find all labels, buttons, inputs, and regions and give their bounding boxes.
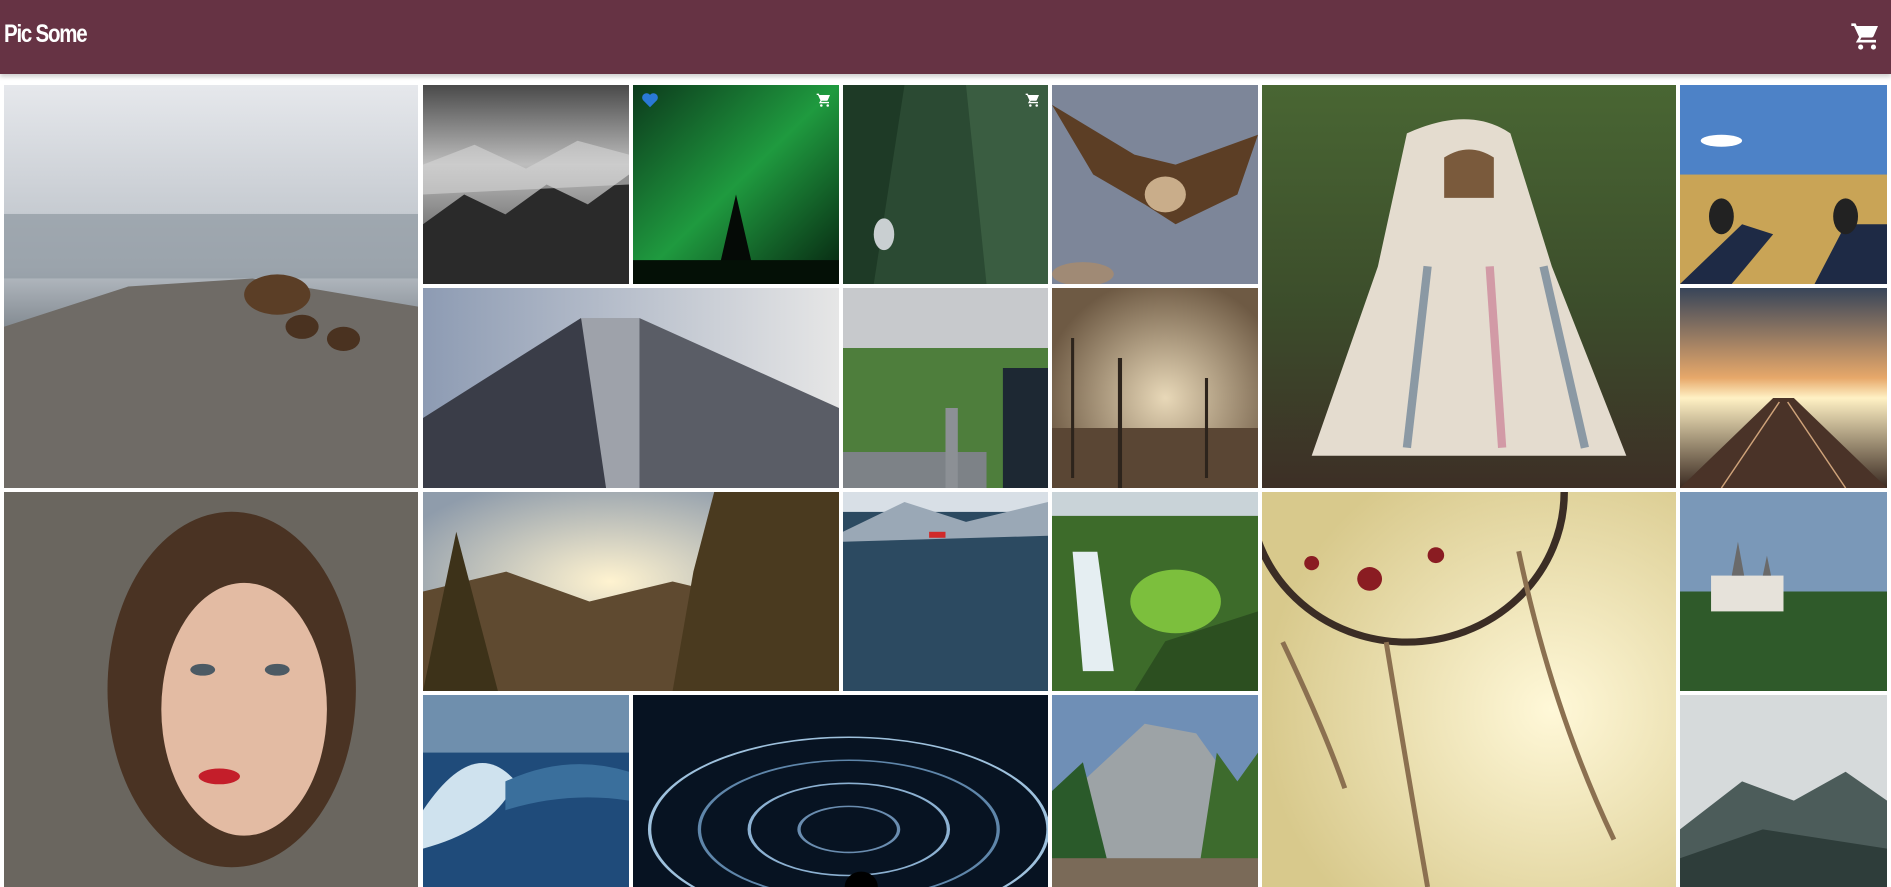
photo-misty-mountains[interactable] (1680, 695, 1887, 887)
photo-foggy-forest[interactable] (423, 85, 629, 284)
photo-image (843, 492, 1048, 691)
photo-yosemite[interactable] (1052, 695, 1258, 887)
shopping-cart-icon[interactable] (1024, 92, 1042, 108)
photo-dreamcatcher[interactable] (1262, 492, 1676, 887)
photo-image (1052, 288, 1258, 488)
photo-city-park[interactable] (843, 288, 1048, 488)
photo-northern-lights[interactable] (633, 85, 839, 284)
photo-woman-portrait[interactable] (4, 492, 418, 887)
photo-image (1052, 695, 1258, 887)
heart-icon[interactable] (641, 92, 659, 108)
photo-train-yard-sunset[interactable] (1680, 288, 1887, 488)
photo-sneakers-in-field[interactable] (1680, 85, 1887, 284)
photo-image (1262, 85, 1676, 488)
photo-image (1052, 85, 1258, 284)
photo-waterfall[interactable] (1052, 492, 1258, 691)
photo-image (633, 695, 1048, 887)
photo-image (1262, 492, 1676, 887)
photo-grid (0, 80, 1891, 887)
photo-image (4, 492, 418, 887)
photo-image (1052, 492, 1258, 691)
photo-castle[interactable] (1680, 492, 1887, 691)
photo-ocean-wave[interactable] (423, 695, 629, 887)
photo-image (1680, 695, 1887, 887)
photo-skyscraper[interactable] (423, 288, 839, 488)
app-header: Pic Some (0, 0, 1891, 74)
photo-pug-in-blanket[interactable] (1262, 85, 1676, 488)
photo-image (423, 695, 629, 887)
photo-image (633, 85, 839, 284)
cart-button[interactable] (1850, 19, 1882, 53)
photo-image (4, 85, 418, 488)
photo-star-trails[interactable] (633, 695, 1048, 887)
shopping-cart-icon[interactable] (815, 92, 833, 108)
photo-image (843, 288, 1048, 488)
photo-image (1680, 288, 1887, 488)
photo-dead-trees-sunset[interactable] (1052, 288, 1258, 488)
photo-image (1680, 85, 1887, 284)
photo-vulture-in-flight[interactable] (1052, 85, 1258, 284)
photo-valley-sunrise[interactable] (423, 492, 839, 691)
photo-image (1680, 492, 1887, 691)
app-title[interactable]: Pic Some (4, 20, 88, 49)
photo-image (423, 288, 839, 488)
photo-image (423, 492, 839, 691)
photo-lake-red-boat[interactable] (843, 492, 1048, 691)
photo-forest-climber[interactable] (843, 85, 1048, 284)
photo-image (423, 85, 629, 284)
shopping-cart-icon (1851, 23, 1878, 50)
photo-bear-with-cubs[interactable] (4, 85, 418, 488)
photo-image (843, 85, 1048, 284)
